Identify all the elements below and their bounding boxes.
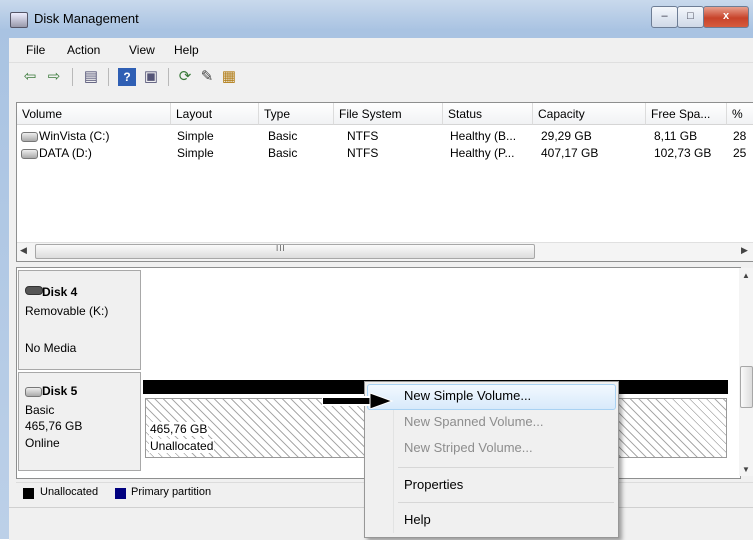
table-row[interactable]: DATA (D:) <box>21 145 92 161</box>
volume-status: Healthy (B... <box>450 129 517 143</box>
volume-type: Basic <box>268 146 298 160</box>
scroll-down-icon[interactable]: ▼ <box>742 465 750 474</box>
toolbar-separator <box>108 68 109 86</box>
column-header-capacity[interactable]: Capacity <box>533 103 646 125</box>
disk-type: Removable (K:) <box>25 304 109 318</box>
forward-arrow-icon[interactable]: ⇨ <box>45 68 63 86</box>
console-tree-icon[interactable]: ▤ <box>82 68 100 86</box>
menu-view[interactable]: View <box>129 43 155 57</box>
volume-free-space: 8,11 GB <box>654 129 698 143</box>
menu-help[interactable]: Help <box>174 43 199 57</box>
disk-4-label[interactable] <box>18 270 141 370</box>
column-header-type[interactable]: Type <box>259 103 334 125</box>
volume-file-system: NTFS <box>347 146 379 160</box>
volume-status: Healthy (P... <box>450 146 515 160</box>
title-bar[interactable]: Disk Management <box>0 0 753 38</box>
partition-size: 465,76 GB <box>149 422 209 436</box>
volume-capacity: 407,17 GB <box>541 146 599 160</box>
legend-swatch-primary <box>115 488 126 499</box>
column-header-percent-free[interactable]: % F <box>727 103 753 125</box>
volume-name: DATA (D:) <box>39 146 92 160</box>
scrollbar-thumb[interactable] <box>740 366 753 408</box>
help-icon[interactable]: ? <box>118 68 136 86</box>
menu-item-properties[interactable]: Properties <box>404 477 463 492</box>
disk-size: 465,76 GB <box>25 419 83 433</box>
partition-label: Unallocated <box>149 439 215 453</box>
scroll-up-icon[interactable]: ▲ <box>742 271 750 280</box>
toolbar-separator <box>168 68 169 86</box>
toolbar-separator <box>72 68 73 86</box>
menu-item-new-simple-volume[interactable]: New Simple Volume... <box>404 388 531 403</box>
scroll-left-icon[interactable]: ◀ <box>20 245 27 256</box>
menu-bar <box>9 38 753 62</box>
disk-type: Basic <box>25 403 55 417</box>
column-header-file-system[interactable]: File System <box>334 103 443 125</box>
volume-type: Basic <box>268 129 298 143</box>
refresh-icon[interactable]: ⟳ <box>176 68 194 86</box>
volume-list <box>16 102 753 262</box>
column-header-status[interactable]: Status <box>443 103 533 125</box>
disk-state: Online <box>25 436 60 450</box>
legend-primary-partition: Primary partition <box>131 486 212 498</box>
rescan-disks-icon[interactable]: ▦ <box>220 68 238 86</box>
volume-layout: Simple <box>177 146 214 160</box>
window-title: Disk Management <box>34 11 139 26</box>
hard-disk-icon <box>25 387 42 397</box>
menu-separator <box>398 502 614 503</box>
menu-file[interactable]: File <box>26 43 45 57</box>
legend-unallocated: Unallocated <box>40 486 99 498</box>
legend-swatch-unallocated <box>23 488 34 499</box>
volume-layout: Simple <box>177 129 214 143</box>
table-row[interactable]: WinVista (C:) <box>21 128 109 144</box>
drive-icon <box>21 131 38 142</box>
volume-percent-free: 28 <box>733 129 747 143</box>
action-pane-icon[interactable]: ▣ <box>142 68 160 86</box>
disk-name: Disk 4 <box>42 285 78 299</box>
volume-percent-free: 25 <box>733 146 747 160</box>
back-arrow-icon[interactable]: ⇦ <box>21 68 39 86</box>
menu-action[interactable]: Action <box>67 43 100 57</box>
scrollbar-grip: III <box>276 244 286 253</box>
disk-management-icon <box>10 12 28 28</box>
menu-item-help[interactable]: Help <box>404 512 431 527</box>
volume-capacity: 29,29 GB <box>541 129 592 143</box>
scroll-right-icon[interactable]: ▶ <box>741 245 748 256</box>
menu-item-new-spanned-volume[interactable]: New Spanned Volume... <box>404 414 543 429</box>
removable-disk-icon <box>25 286 43 295</box>
volume-file-system: NTFS <box>347 129 379 143</box>
drive-icon <box>21 148 38 159</box>
minimize-button[interactable]: – <box>651 6 678 28</box>
menu-separator <box>398 467 614 468</box>
maximize-button[interactable]: □ <box>677 6 704 28</box>
properties-icon[interactable]: ✎ <box>198 68 216 86</box>
column-header-volume[interactable]: Volume <box>17 103 171 125</box>
pointer-arrow-icon <box>322 393 394 409</box>
column-header-free-space[interactable]: Free Spa... <box>646 103 727 125</box>
close-button[interactable]: x <box>703 6 749 28</box>
volume-name: WinVista (C:) <box>39 129 110 143</box>
disk-state: No Media <box>25 341 77 355</box>
column-header-layout[interactable]: Layout <box>171 103 259 125</box>
disk-name: Disk 5 <box>42 384 78 398</box>
menu-item-new-striped-volume[interactable]: New Striped Volume... <box>404 440 533 455</box>
volume-free-space: 102,73 GB <box>654 146 712 160</box>
